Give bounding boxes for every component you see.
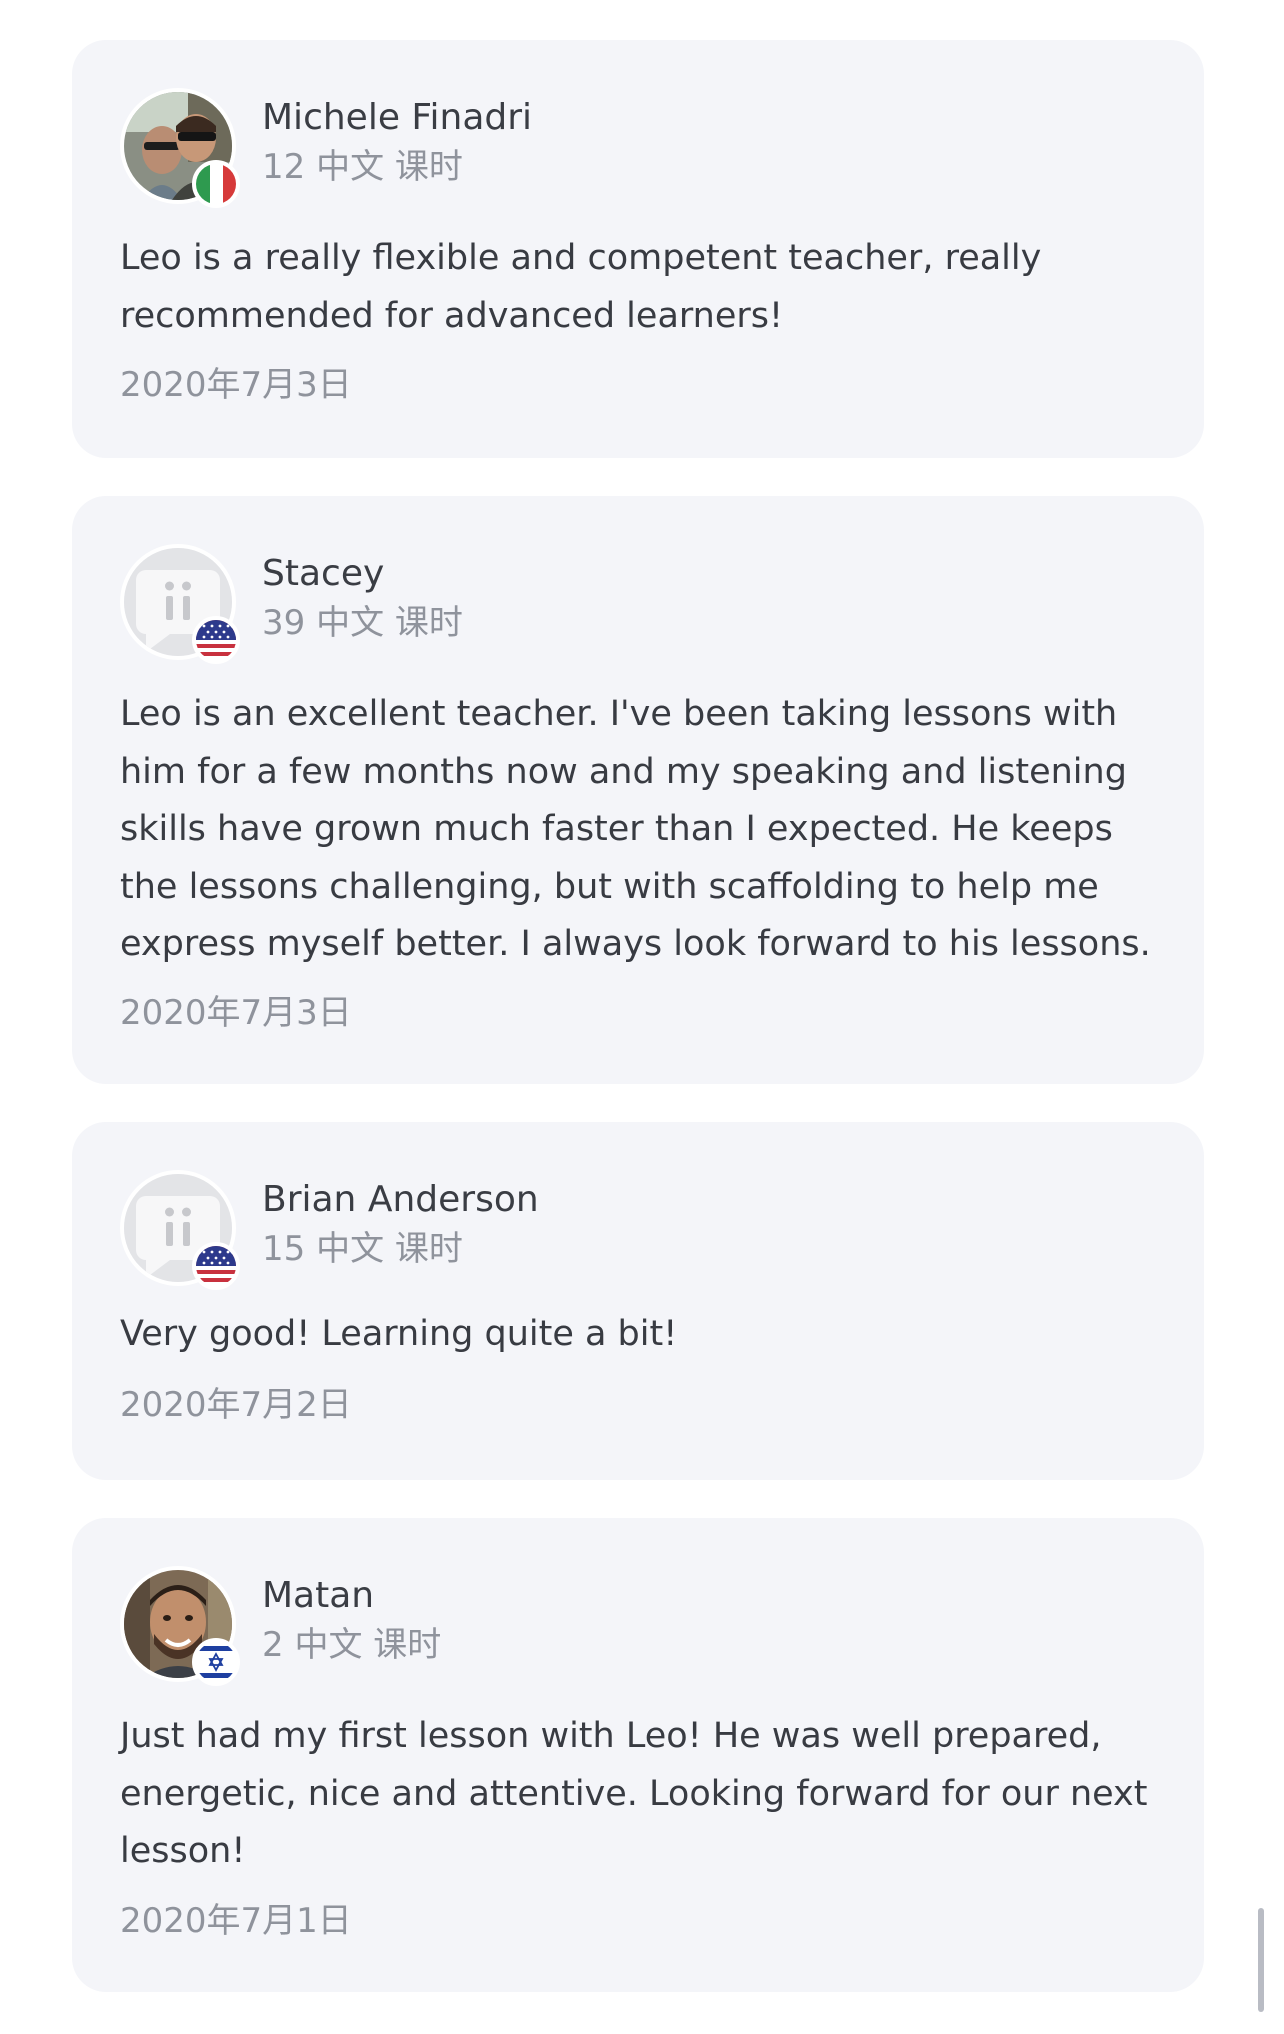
review-comment: Very good! Learning quite a bit!: [120, 1314, 678, 1354]
lesson-count: 2 中文 课时: [262, 1625, 442, 1665]
scrollbar[interactable]: [1258, 1908, 1264, 2012]
usa-flag-icon: [192, 616, 240, 664]
israel-flag-icon: [192, 1638, 240, 1686]
review-card: Matan 2 中文 课时 Just had my first lesson w…: [72, 1518, 1204, 1992]
review-date: 2020年7月3日: [120, 365, 352, 405]
reviewer-avatar[interactable]: [120, 544, 240, 664]
reviewer-name[interactable]: Stacey: [262, 552, 384, 596]
reviewer-name[interactable]: Brian Anderson: [262, 1178, 539, 1222]
lesson-count: 15 中文 课时: [262, 1229, 463, 1269]
reviewer-name[interactable]: Matan: [262, 1574, 374, 1618]
reviewer-avatar[interactable]: [120, 1566, 240, 1686]
usa-flag-icon: [192, 1242, 240, 1290]
reviewer-avatar[interactable]: [120, 88, 240, 208]
reviewer-avatar[interactable]: [120, 1170, 240, 1290]
reviewer-name[interactable]: Michele Finadri: [262, 96, 532, 140]
review-comment: Just had my first lesson with Leo! He wa…: [120, 1716, 1148, 1871]
review-card: Brian Anderson 15 中文 课时 Very good! Learn…: [72, 1122, 1204, 1480]
lesson-count: 12 中文 课时: [262, 147, 463, 187]
italy-flag-icon: [192, 160, 240, 208]
review-comment: Leo is an excellent teacher. I've been t…: [120, 694, 1151, 964]
review-card: Stacey 39 中文 课时 Leo is an excellent teac…: [72, 496, 1204, 1084]
review-date: 2020年7月3日: [120, 993, 352, 1033]
review-date: 2020年7月1日: [120, 1901, 352, 1941]
review-card: Michele Finadri 12 中文 课时 Leo is a really…: [72, 40, 1204, 458]
review-comment: Leo is a really flexible and competent t…: [120, 238, 1042, 336]
review-date: 2020年7月2日: [120, 1385, 352, 1425]
lesson-count: 39 中文 课时: [262, 603, 463, 643]
